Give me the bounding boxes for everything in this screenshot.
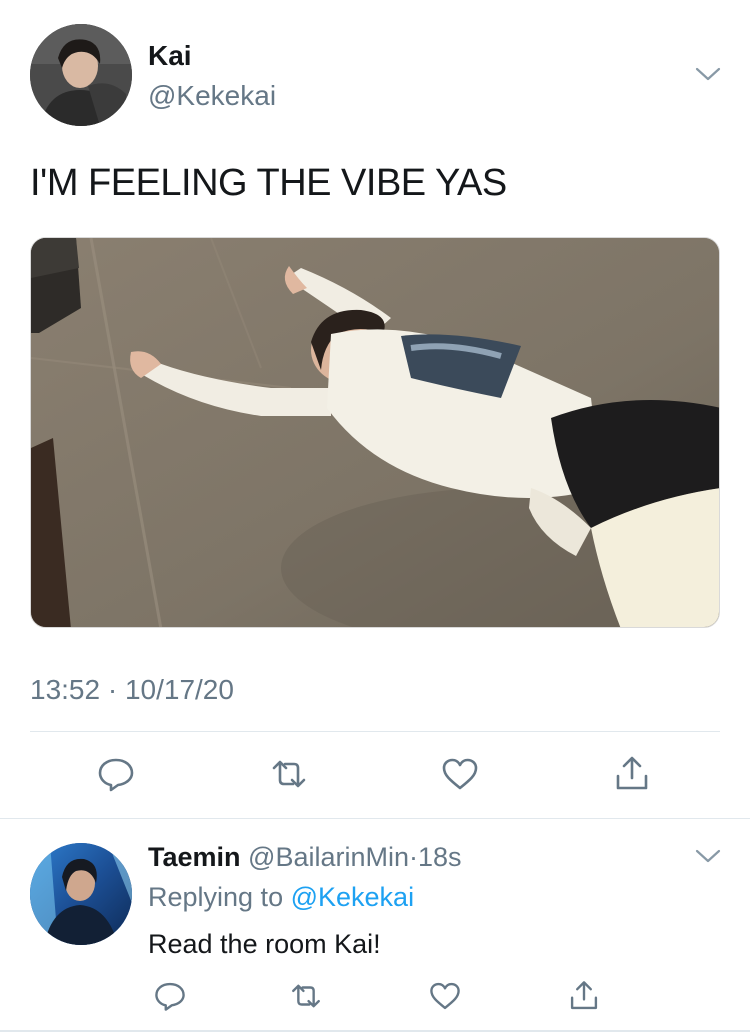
reply-reply-button[interactable] [148, 974, 192, 1018]
share-icon [570, 981, 598, 1010]
reply-author-avatar-image [30, 843, 132, 945]
replying-to-handle-link[interactable]: @Kekekai [291, 882, 414, 912]
chevron-down-icon [695, 67, 721, 81]
replying-to-label: Replying to [148, 882, 284, 912]
reply-retweet-button[interactable] [284, 974, 328, 1018]
more-options-button[interactable] [694, 64, 722, 84]
tweet-photo [31, 238, 719, 627]
reply-more-options-button[interactable] [694, 846, 722, 866]
retweet-icon [292, 984, 320, 1008]
reply-time[interactable]: 18s [418, 842, 462, 872]
author-avatar-image [30, 24, 132, 126]
separator-dot: · [409, 842, 419, 872]
author-avatar[interactable] [30, 24, 132, 126]
reply-text: Read the room Kai! [148, 929, 381, 959]
reply-share-button[interactable] [562, 974, 606, 1018]
tweet-media[interactable] [30, 237, 720, 628]
reply-bubble-icon [155, 982, 185, 1011]
tweet-timestamp[interactable]: 13:52 · 10/17/20 [30, 674, 234, 706]
reply-like-button[interactable] [423, 974, 467, 1018]
heart-icon [430, 982, 460, 1010]
tweet-text: I'M FEELING THE VIBE YAS [30, 162, 507, 204]
chevron-down-icon [695, 849, 721, 863]
reply-author-avatar[interactable] [30, 843, 132, 945]
reply-button[interactable] [94, 752, 138, 796]
reply-bubble-icon [98, 758, 134, 792]
divider [30, 731, 720, 732]
author-handle[interactable]: @Kekekai [148, 80, 276, 112]
heart-icon [442, 758, 478, 790]
divider [0, 818, 750, 819]
retweet-button[interactable] [267, 752, 311, 796]
reply-author-name[interactable]: Taemin [148, 842, 241, 872]
replying-to: Replying to @Kekekai [148, 882, 414, 913]
share-icon [616, 756, 648, 790]
share-button[interactable] [610, 752, 654, 796]
reply-author-handle[interactable]: @BailarinMin [248, 842, 409, 872]
author-name[interactable]: Kai [148, 40, 192, 72]
retweet-icon [272, 760, 306, 788]
reply-header: Taemin @BailarinMin·18s [148, 842, 462, 873]
like-button[interactable] [438, 752, 482, 796]
